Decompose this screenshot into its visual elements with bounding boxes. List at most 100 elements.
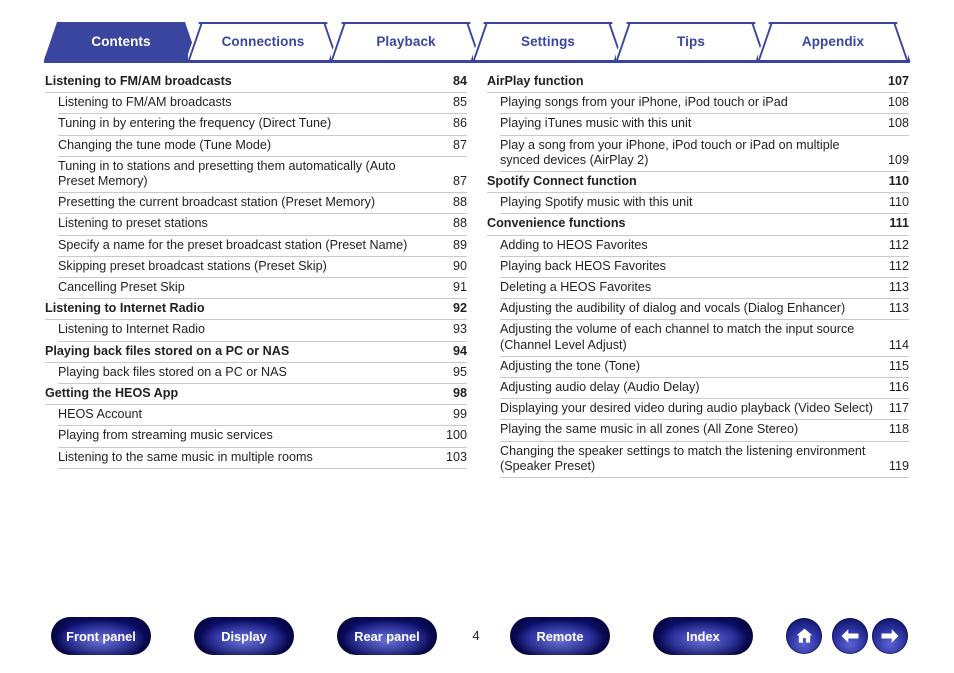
toc-entry-title: Adjusting the tone (Tone) [500,358,641,373]
toc-entry-page: 85 [452,95,467,110]
front-panel-button[interactable]: Front panel [51,617,151,655]
toc-entry-title: Playing from streaming music services [58,428,273,443]
toc-entry-row[interactable]: Listening to preset stations 88 [58,214,467,236]
toc-entry-page: 95 [452,364,467,379]
toc-entry-title: Listening to Internet Radio [58,322,206,337]
toc-entry-row[interactable]: HEOS Account 99 [58,405,467,427]
toc-entry-row[interactable]: Playing from streaming music services 100 [58,426,467,448]
toc-entry-title: Changing the speaker settings to match t… [500,443,866,473]
rear-panel-button-label: Rear panel [354,628,420,644]
toc-entry-row[interactable]: Playing songs from your iPhone, iPod tou… [500,93,909,115]
toc-entry-row[interactable]: Adjusting the volume of each channel to … [500,320,909,357]
toc-entry-row[interactable]: Displaying your desired video during aud… [500,399,909,421]
toc-entry-title: Displaying your desired video during aud… [500,401,873,416]
page-number: 4 [472,628,480,643]
tab-contents[interactable]: Contents [44,22,198,60]
tab-settings[interactable]: Settings [471,22,625,60]
toc-entry-page: 113 [888,280,909,295]
toc-entry-page: 117 [888,401,909,416]
remote-button[interactable]: Remote [510,617,610,655]
toc-entry-row[interactable]: Listening to Internet Radio 93 [58,320,467,342]
toc-entry-page: 110 [888,195,909,210]
tab-label: Playback [376,33,436,49]
tab-playback[interactable]: Playback [329,22,483,60]
toc-entry-page: 112 [888,258,909,273]
toc-entry-title: Tuning in to stations and presetting the… [58,158,396,189]
toc-entry-page: 93 [452,322,467,337]
home-icon [794,626,815,646]
previous-page-button[interactable] [832,618,868,654]
toc-entry-title: Adding to HEOS Favorites [500,237,648,252]
toc-entry-row[interactable]: Tuning in by entering the frequency (Dir… [58,114,467,136]
toc-entry-row[interactable]: Deleting a HEOS Favorites 113 [500,278,909,300]
toc-entry-page: 88 [452,195,467,210]
toc-entry-row[interactable]: Adjusting the audibility of dialog and v… [500,299,909,321]
toc-entry-row[interactable]: Adjusting audio delay (Audio Delay) 116 [500,378,909,400]
toc-entry-page: 107 [887,74,909,88]
toc-entry-row[interactable]: Playing the same music in all zones (All… [500,420,909,442]
toc-entry-title: AirPlay function [487,74,584,88]
footer-navigation: Front panel Display Rear panel 4 Remote … [0,617,954,659]
toc-entry-row[interactable]: Changing the tune mode (Tune Mode) 87 [58,136,467,157]
tab-tips[interactable]: Tips [614,22,768,60]
toc-entry-title: Skipping preset broadcast stations (Pres… [58,258,327,273]
tab-label: Appendix [801,33,865,49]
next-page-button[interactable] [872,618,908,654]
toc-section-row[interactable]: Listening to FM/AM broadcasts 84 [45,72,467,94]
toc-entry-title: Play a song from your iPhone, iPod touch… [500,137,840,167]
rear-panel-button[interactable]: Rear panel [337,617,437,655]
toc-entry-page: 116 [888,380,909,395]
toc-entry-title: Convenience functions [487,216,626,231]
index-button[interactable]: Index [653,617,753,655]
toc-entry-page: 92 [452,301,467,316]
toc-entry-row[interactable]: Playing Spotify music with this unit 110 [500,193,909,215]
toc-entry-title: Cancelling Preset Skip [58,280,185,295]
toc-section-row[interactable]: Convenience functions 111 [487,214,909,236]
toc-entry-page: 108 [887,95,909,110]
toc-entry-row[interactable]: Adjusting the tone (Tone) 115 [500,357,909,379]
toc-section-row[interactable]: AirPlay function 107 [487,72,909,94]
tab-appendix[interactable]: Appendix [756,22,910,60]
toc-entry-page: 87 [452,174,467,189]
toc-entry-row[interactable]: Playing back files stored on a PC or NAS… [58,363,467,385]
toc-entry-row[interactable]: Playing iTunes music with this unit 108 [500,114,909,136]
toc-entry-row[interactable]: Playing back HEOS Favorites 112 [500,257,909,279]
toc-entry-row[interactable]: Listening to the same music in multiple … [58,448,467,469]
toc-entry-row[interactable]: Adding to HEOS Favorites 112 [500,236,909,257]
toc-entry-page: 114 [888,337,909,352]
tab-connections[interactable]: Connections [186,22,340,60]
front-panel-button-label: Front panel [66,628,136,644]
toc-entry-row[interactable]: Cancelling Preset Skip 91 [58,278,467,300]
toc-entry-title: Listening to the same music in multiple … [58,449,313,464]
toc-section-row[interactable]: Getting the HEOS App 98 [45,384,467,406]
toc-entry-row[interactable]: Tuning in to stations and presetting the… [58,157,467,194]
toc-entry-row[interactable]: Changing the speaker settings to match t… [500,442,909,479]
toc-entry-title: Playing back HEOS Favorites [500,258,666,273]
toc-entry-page: 91 [452,280,467,295]
toc-entry-page: 87 [452,137,467,152]
toc-entry-page: 108 [887,116,909,131]
remote-button-label: Remote [536,628,584,644]
toc-entry-page: 113 [888,301,909,316]
toc-entry-page: 86 [452,116,467,131]
tab-bar-underline [44,60,910,63]
toc-entry-title: Listening to preset stations [58,216,208,231]
home-button[interactable] [786,618,822,654]
toc-entry-title: Playing iTunes music with this unit [500,116,692,131]
display-button[interactable]: Display [194,617,294,655]
toc-section-row[interactable]: Listening to Internet Radio 92 [45,299,467,321]
toc-entry-row[interactable]: Presetting the current broadcast station… [58,193,467,215]
toc-entry-row[interactable]: Listening to FM/AM broadcasts 85 [58,93,467,115]
toc-section-row[interactable]: Spotify Connect function 110 [487,172,909,194]
toc-entry-title: Adjusting the volume of each channel to … [500,322,855,352]
toc-entry-page: 84 [452,74,467,88]
tab-label: Tips [677,33,705,49]
toc-entry-page: 118 [888,422,909,437]
toc-entry-title: Playing back files stored on a PC or NAS [45,343,290,358]
toc-entry-row[interactable]: Skipping preset broadcast stations (Pres… [58,257,467,279]
toc-entry-row[interactable]: Specify a name for the preset broadcast … [58,236,467,257]
toc-section-row[interactable]: Playing back files stored on a PC or NAS… [45,342,467,363]
toc-entry-title: Specify a name for the preset broadcast … [58,237,408,252]
toc-entry-page: 98 [452,386,467,401]
toc-entry-row[interactable]: Play a song from your iPhone, iPod touch… [500,136,909,173]
